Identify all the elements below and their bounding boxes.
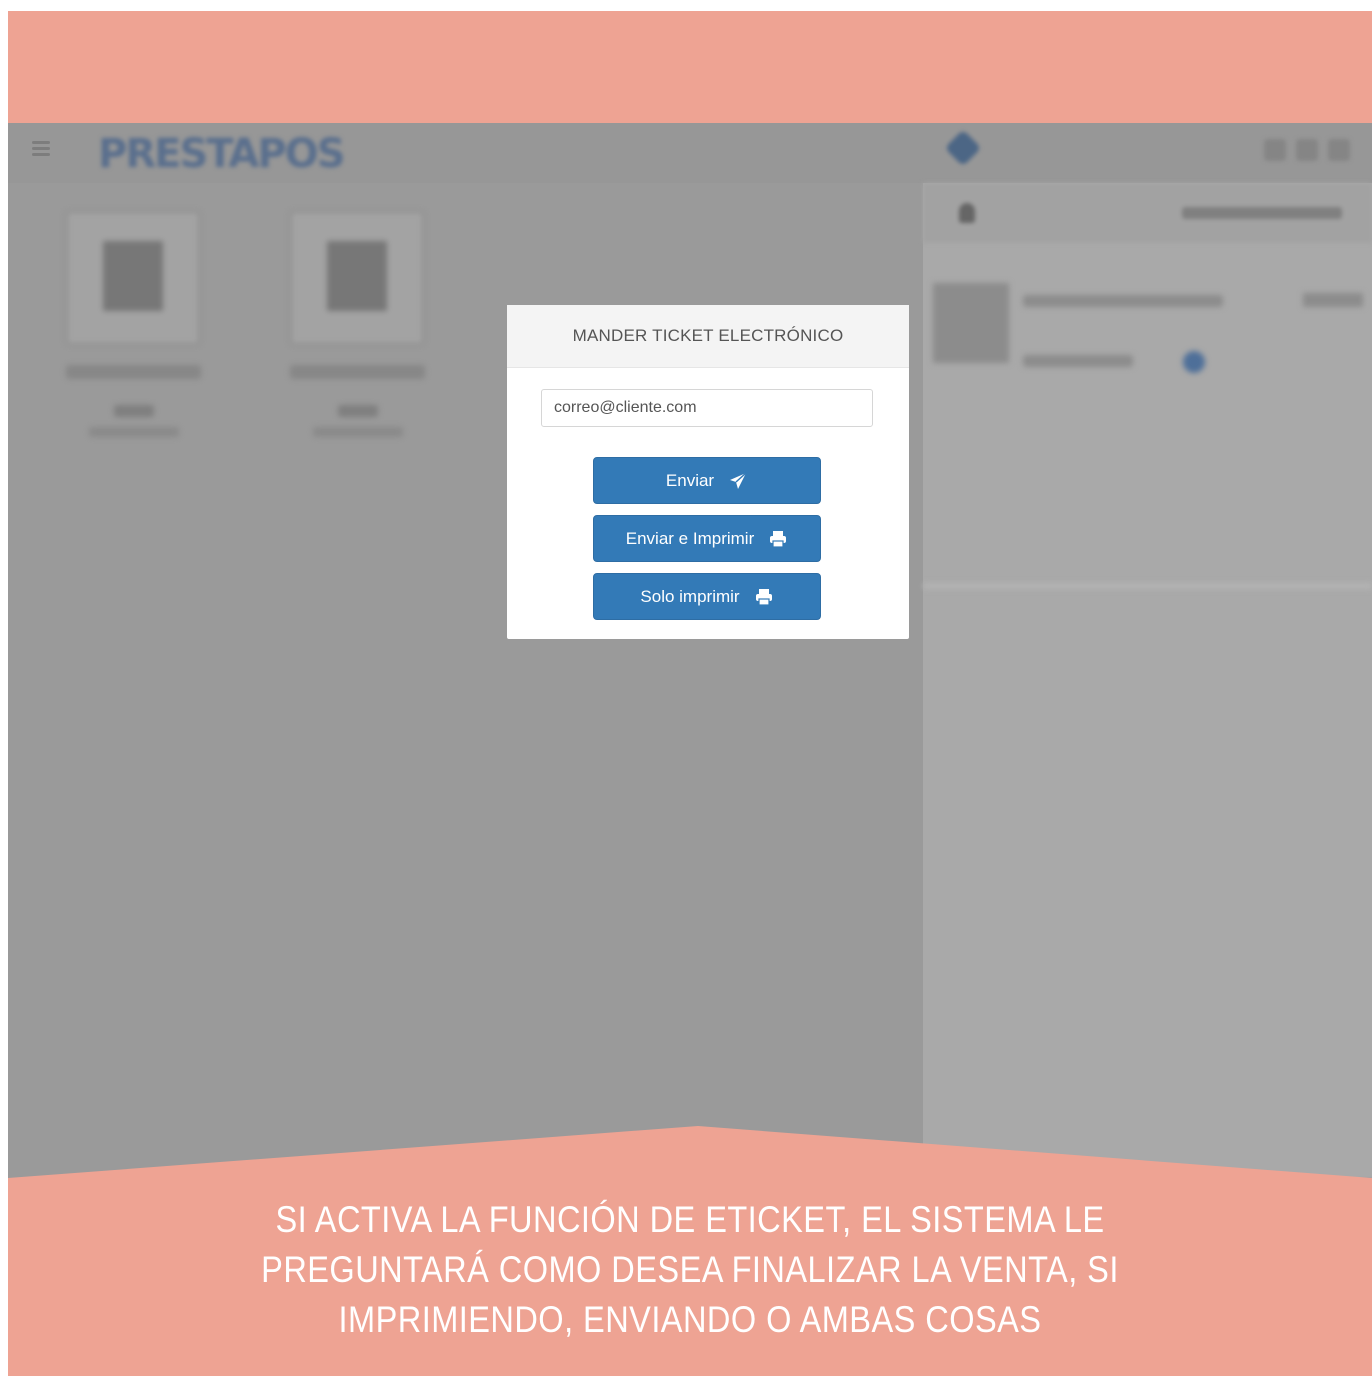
promo-frame: PRESTAPOS MANDER TICKET ELECTRÓNICO corr… <box>8 11 1372 1376</box>
caption-text: SI ACTIVA LA FUNCIÓN DE ETICKET, EL SIST… <box>90 1195 1290 1345</box>
caption-line: SI ACTIVA LA FUNCIÓN DE ETICKET, EL SIST… <box>275 1199 1105 1240</box>
send-and-print-button[interactable]: Enviar e Imprimir <box>593 515 821 562</box>
toolbar-icon <box>1264 139 1286 161</box>
eticket-modal: MANDER TICKET ELECTRÓNICO Enviar Enviar … <box>507 305 909 639</box>
app-logo: PRESTAPOS <box>98 131 346 177</box>
divider <box>923 583 1372 589</box>
modal-title: MANDER TICKET ELECTRÓNICO <box>507 305 909 368</box>
product-search-bar <box>390 141 750 163</box>
menu-icon <box>32 141 50 156</box>
caption-line: PREGUNTARÁ COMO DESEA FINALIZAR LA VENTA… <box>261 1249 1119 1290</box>
app-topbar: PRESTAPOS <box>8 123 1372 183</box>
toolbar-icons <box>1254 139 1364 165</box>
send-and-print-label: Enviar e Imprimir <box>625 528 755 548</box>
print-only-label: Solo imprimir <box>640 586 740 606</box>
email-field[interactable] <box>541 389 873 427</box>
send-button-label: Enviar <box>665 470 715 490</box>
app-background: PRESTAPOS MANDER TICKET ELECTRÓNICO corr… <box>8 123 1372 1223</box>
toolbar-icon <box>1296 139 1318 161</box>
cart-header <box>923 183 1372 243</box>
printer-icon <box>768 529 788 549</box>
user-icon <box>959 203 975 223</box>
cart-item <box>933 283 1363 393</box>
printer-icon <box>754 587 774 607</box>
print-only-button[interactable]: Solo imprimir <box>593 573 821 620</box>
product-card <box>290 211 425 471</box>
client-selector <box>1182 207 1342 219</box>
cart-panel <box>923 183 1372 1223</box>
toolbar-icon <box>1328 139 1350 161</box>
paper-plane-icon <box>728 471 748 491</box>
caption-line: IMPRIMIENDO, ENVIANDO O AMBAS COSAS <box>338 1299 1042 1340</box>
send-button[interactable]: Enviar <box>593 457 821 504</box>
wrench-icon <box>944 129 982 167</box>
product-card <box>66 211 201 471</box>
